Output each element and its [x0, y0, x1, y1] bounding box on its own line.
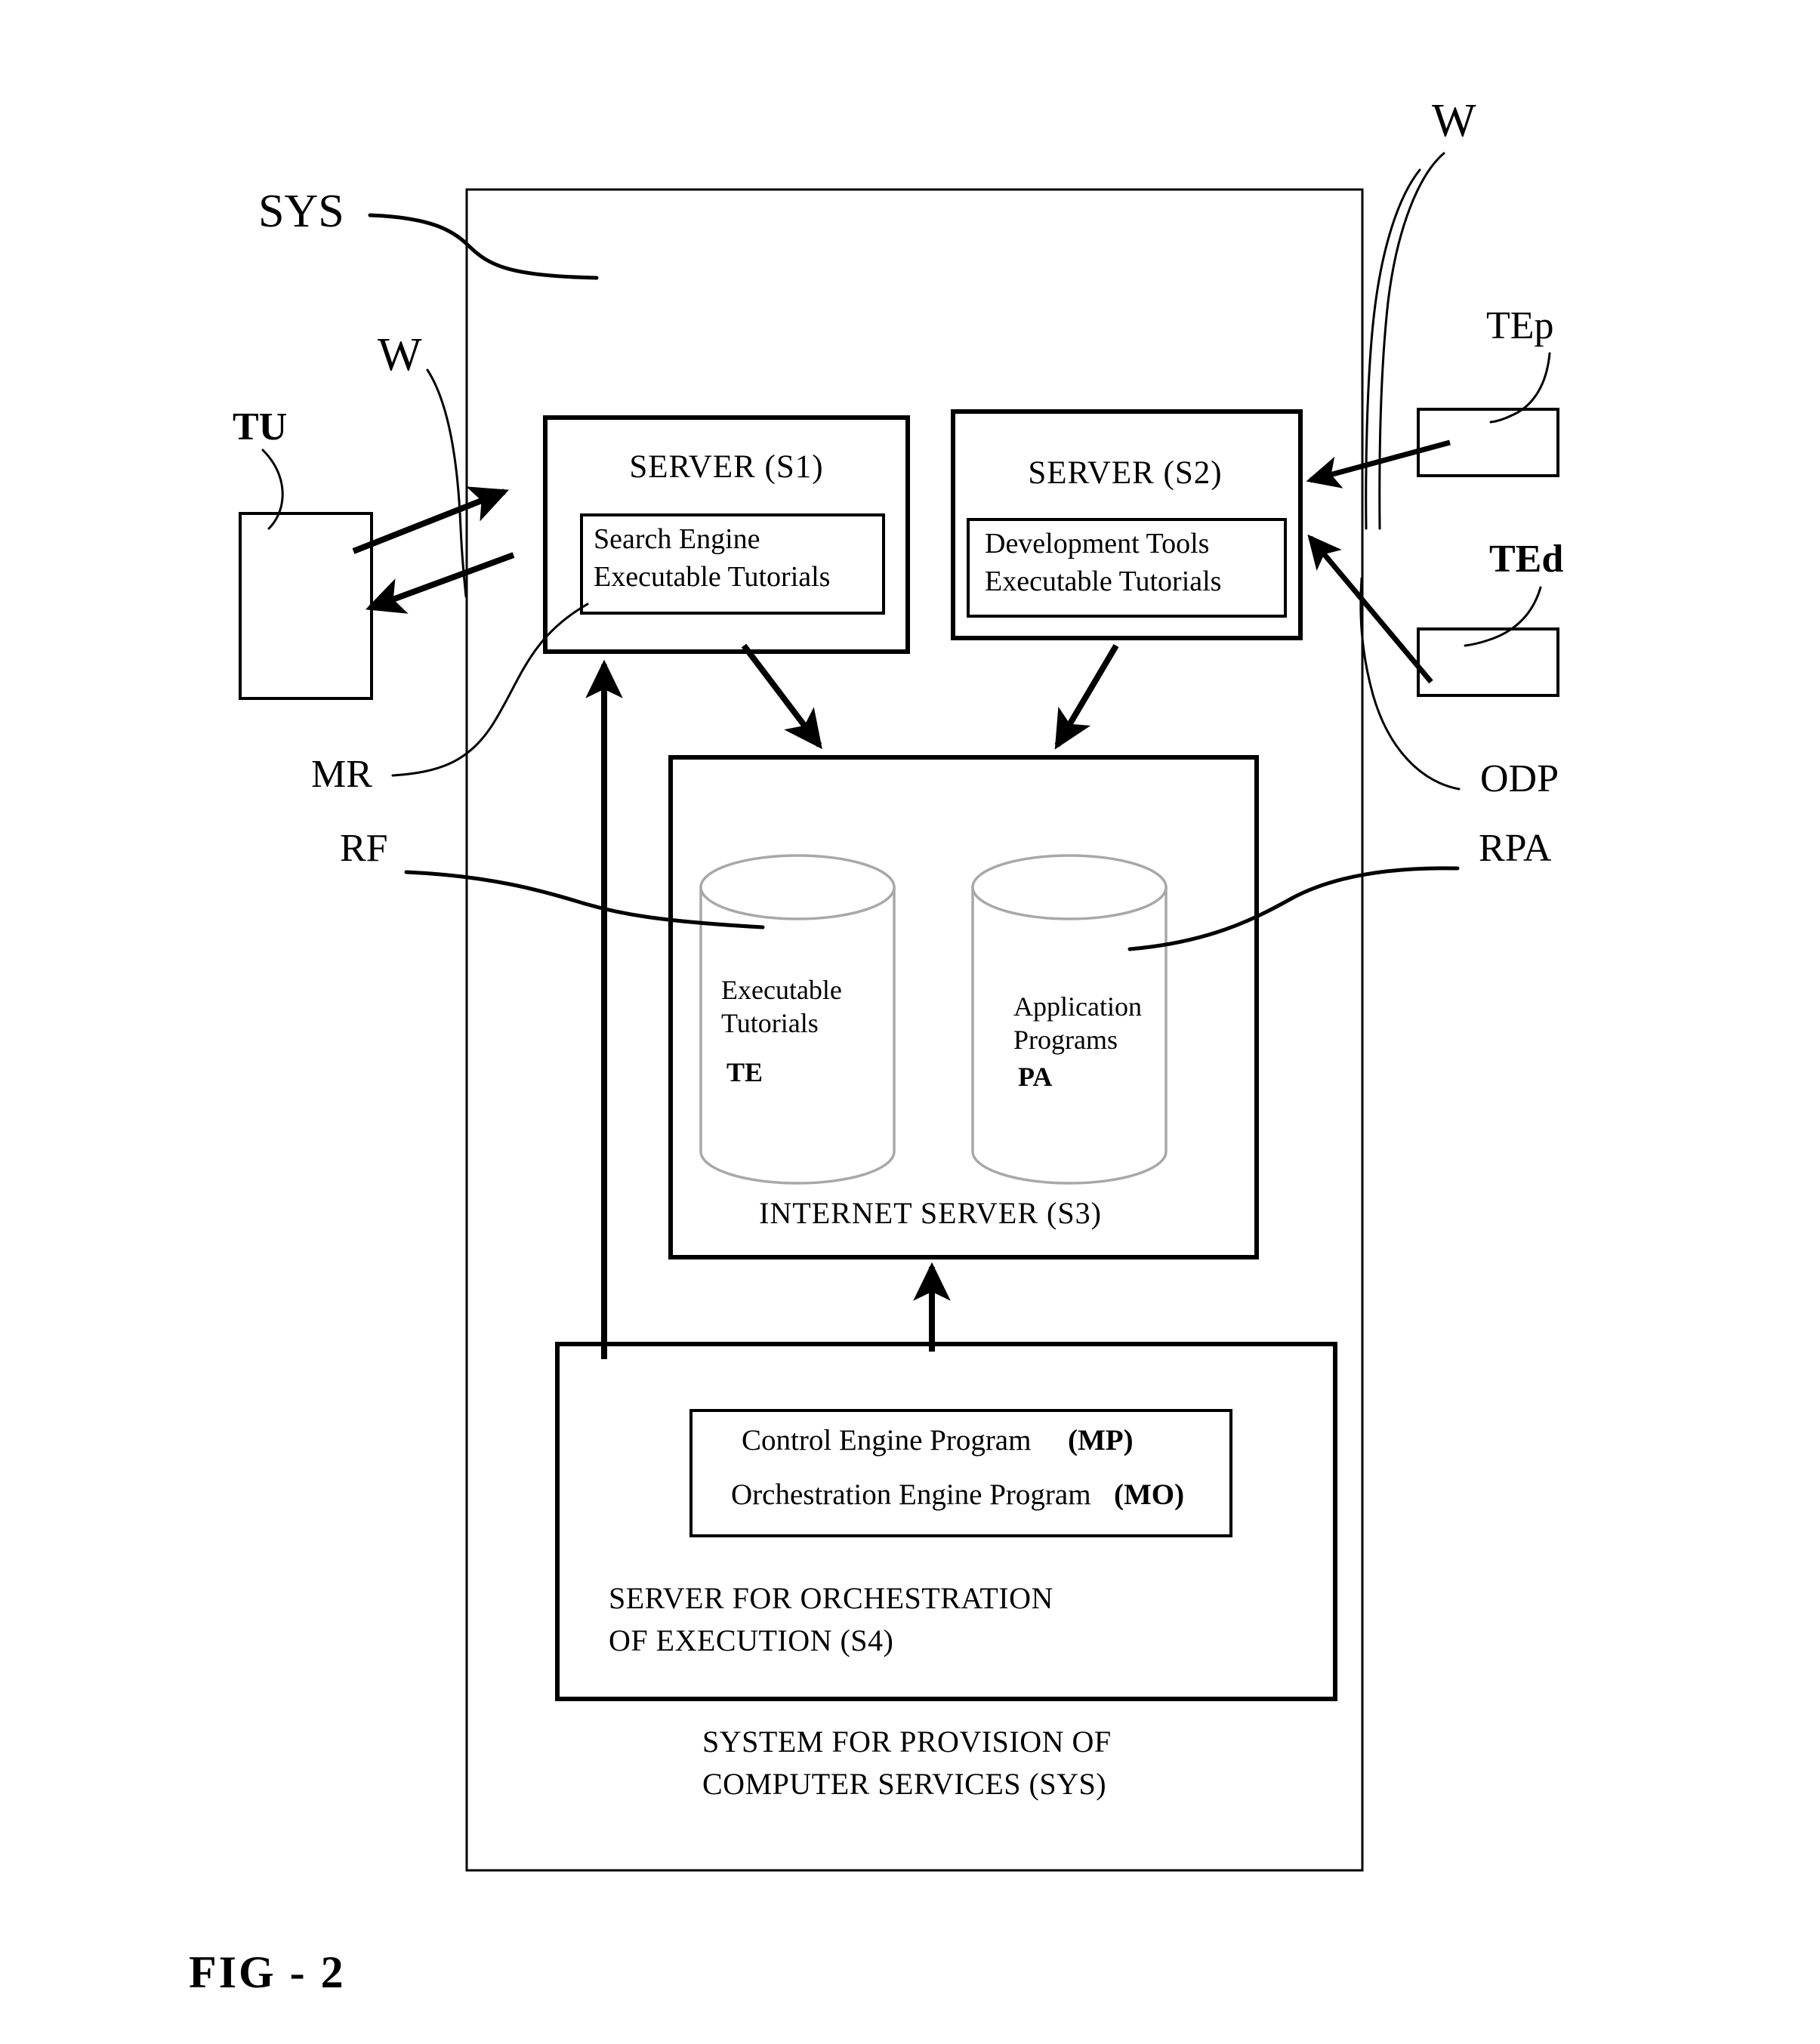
- arrow-ted-to-s2: [1307, 534, 1433, 684]
- label-mr: MR: [311, 753, 372, 796]
- executable-tutorial-published-box-tep: [1417, 408, 1559, 477]
- server-s4-title-line2: OF EXECUTION (S4): [609, 1623, 893, 1657]
- arrow-s1-to-tu: [365, 552, 515, 614]
- server-s2-box: [951, 409, 1303, 640]
- arrow-s1-to-s3: [741, 643, 822, 750]
- server-s1-inner-line2: Executable Tutorials: [594, 561, 830, 593]
- executable-tutorial-developed-box-ted: [1417, 627, 1559, 697]
- leader-line-odp: [1359, 577, 1461, 791]
- data-store-pa-line1: Application: [1013, 991, 1142, 1022]
- leader-line-ted: [1464, 586, 1542, 647]
- label-odp: ODP: [1480, 757, 1559, 800]
- label-w-left: W: [378, 329, 422, 381]
- server-s2-inner-line1: Development Tools: [985, 528, 1209, 560]
- figure-root: SYS W W TU SERVER (S1) Search Engine Exe…: [0, 0, 1820, 2044]
- program-mo-code: (MO): [1114, 1478, 1184, 1511]
- program-mp-code: (MP): [1068, 1424, 1134, 1457]
- leader-line-tu: [261, 449, 284, 530]
- server-s4-title-line1: SERVER FOR ORCHESTRATION: [609, 1581, 1053, 1615]
- patent-figure-diagram: SYS W W TU SERVER (S1) Search Engine Exe…: [189, 95, 1563, 1997]
- system-name-line1: SYSTEM FOR PROVISION OF: [702, 1725, 1112, 1759]
- leader-line-sys: [368, 213, 599, 280]
- arrow-tu-to-s1: [352, 486, 509, 554]
- label-rpa: RPA: [1479, 827, 1552, 870]
- figure-caption: FIG - 2: [189, 1947, 346, 1997]
- label-tep: TEp: [1486, 304, 1554, 347]
- leader-line-w-right-a: [1378, 152, 1445, 530]
- system-name-line2: COMPUTER SERVICES (SYS): [702, 1767, 1106, 1801]
- server-s1-inner-line1: Search Engine: [594, 523, 760, 555]
- server-s2-title: SERVER (S2): [1028, 455, 1222, 491]
- label-w-right: W: [1432, 95, 1476, 146]
- server-s2-inner-line2: Executable Tutorials: [985, 566, 1221, 597]
- data-store-te-line2: Tutorials: [721, 1008, 819, 1038]
- leader-line-rpa: [1127, 866, 1460, 951]
- leader-line-tep: [1489, 352, 1551, 424]
- internet-server-s3-title: INTERNET SERVER (S3): [759, 1196, 1102, 1230]
- data-store-te-code: TE: [726, 1057, 763, 1087]
- label-ted: TEd: [1489, 538, 1563, 581]
- label-sys: SYS: [258, 186, 344, 237]
- label-tu: TU: [233, 405, 287, 449]
- data-store-te-line1: Executable: [721, 975, 842, 1005]
- program-mo-name: Orchestration Engine Program: [731, 1478, 1091, 1511]
- label-rf: RF: [340, 827, 388, 870]
- leader-line-w-left: [426, 368, 467, 598]
- data-store-pa-code: PA: [1018, 1062, 1052, 1092]
- system-outer-box: [465, 188, 1364, 1872]
- leader-line-mr: [391, 603, 589, 777]
- program-mp-name: Control Engine Program: [742, 1424, 1031, 1457]
- user-terminal-box-tu: [239, 512, 373, 700]
- leader-line-w-right-b: [1365, 168, 1421, 530]
- server-s1-title: SERVER (S1): [629, 449, 823, 485]
- data-store-pa-line2: Programs: [1013, 1025, 1118, 1055]
- arrow-s2-to-s3: [1054, 643, 1119, 750]
